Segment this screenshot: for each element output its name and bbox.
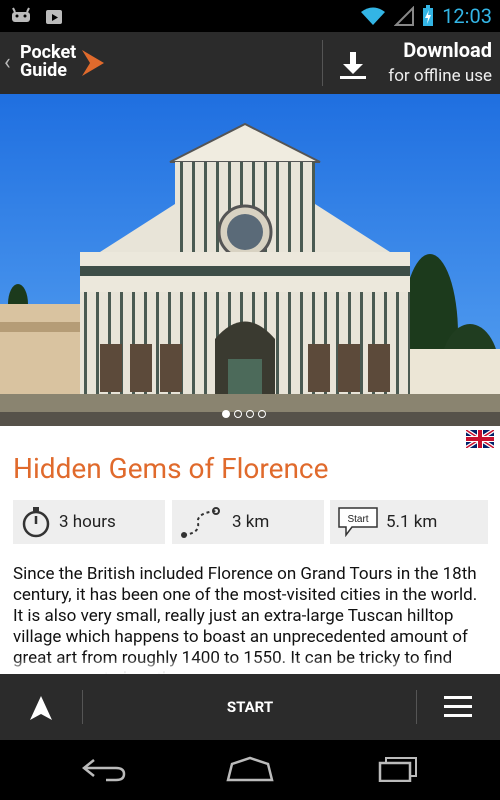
app-bar: ‹ Pocket Guide Download for offline use xyxy=(0,32,500,94)
church-photo xyxy=(0,94,500,426)
download-offline-button[interactable]: Download for offline use xyxy=(388,38,492,86)
tour-details: Hidden Gems of Florence 3 hours 3 km Sta… xyxy=(0,426,500,674)
back-icon[interactable] xyxy=(82,756,126,782)
home-icon[interactable] xyxy=(226,756,274,782)
start-tour-button[interactable]: START xyxy=(200,698,300,716)
distance-value: 3 km xyxy=(232,512,270,532)
description-fade xyxy=(0,658,500,674)
distance-stat: 3 km xyxy=(172,500,324,544)
wifi-icon xyxy=(361,7,386,25)
download-icon[interactable] xyxy=(338,52,368,80)
duration-value: 3 hours xyxy=(59,512,116,532)
hero-image-carousel[interactable] xyxy=(0,94,500,426)
back-chevron-icon[interactable]: ‹ xyxy=(4,50,11,75)
carousel-dot-1[interactable] xyxy=(222,410,230,418)
system-navigation-bar xyxy=(0,740,500,800)
hamburger-menu-icon[interactable] xyxy=(444,696,472,718)
recent-apps-icon[interactable] xyxy=(376,756,420,782)
carousel-dot-3[interactable] xyxy=(246,410,254,418)
start-badge-icon: Start xyxy=(338,507,378,537)
uk-flag-icon[interactable] xyxy=(466,430,494,448)
battery-charging-icon xyxy=(423,5,434,26)
tour-title: Hidden Gems of Florence xyxy=(13,452,329,485)
bottombar-divider-right xyxy=(416,690,417,724)
carousel-dot-4[interactable] xyxy=(258,410,266,418)
download-subtitle: for offline use xyxy=(388,66,492,86)
carousel-indicator xyxy=(222,410,266,418)
clock: 12:03 xyxy=(442,4,492,28)
signal-icon xyxy=(394,6,415,26)
navigation-arrow-icon[interactable] xyxy=(30,696,52,720)
stopwatch-icon xyxy=(22,507,50,538)
logo-arrow-icon xyxy=(82,50,104,76)
bottombar-divider-left xyxy=(82,690,83,724)
bottom-action-bar: START xyxy=(0,674,500,740)
carousel-dot-2[interactable] xyxy=(234,410,242,418)
appbar-divider xyxy=(322,40,323,86)
pocket-guide-logo[interactable]: Pocket Guide xyxy=(20,44,104,81)
android-debug-icon xyxy=(12,7,30,22)
play-store-icon xyxy=(46,10,62,24)
download-title: Download xyxy=(403,38,492,62)
svg-text:Start: Start xyxy=(347,514,368,525)
status-bar: 12:03 xyxy=(0,0,500,32)
logo-line2: Guide xyxy=(20,60,67,81)
duration-stat: 3 hours xyxy=(13,500,165,544)
start-distance-stat: Start 5.1 km xyxy=(330,500,488,544)
route-icon xyxy=(181,507,220,538)
start-distance-value: 5.1 km xyxy=(386,512,438,532)
